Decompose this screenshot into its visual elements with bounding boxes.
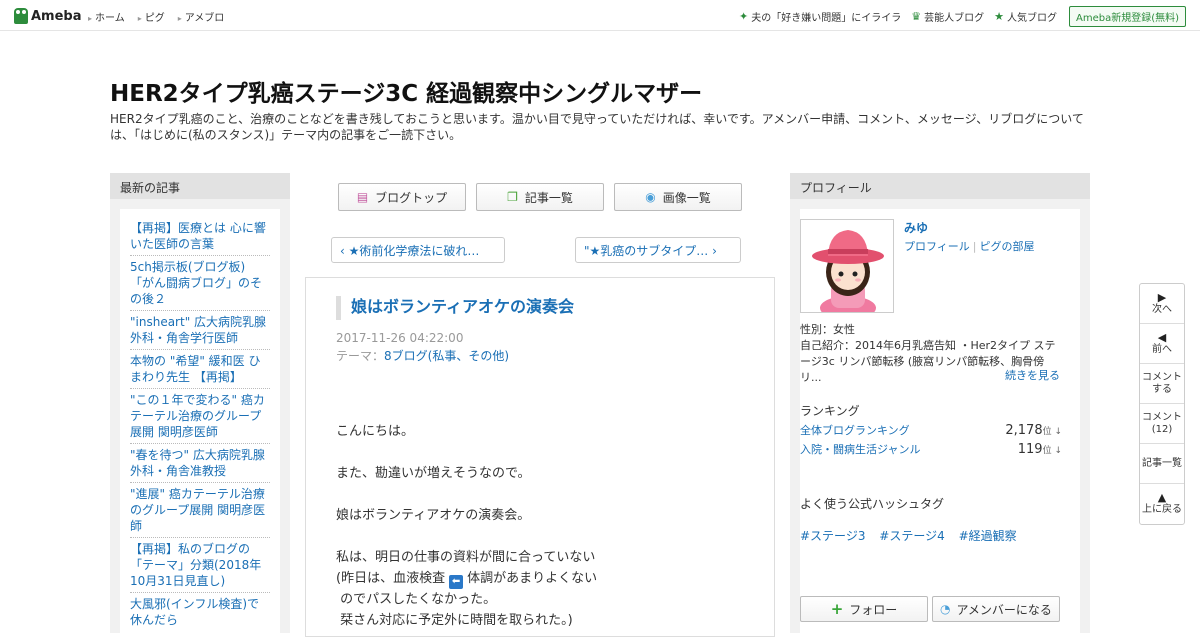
ranking-row: 入院・闘病生活ジャンル 119位 ↓ (800, 441, 1062, 457)
ranking-heading: ランキング (800, 404, 860, 418)
tab-image-list[interactable]: ◉ 画像一覧 (614, 183, 742, 211)
ameba-logo[interactable]: Ameba (14, 7, 82, 25)
profile-panel: プロフィール みゆ プロフィール | ピグの部屋 性別：女性 自己紹介：2014年6 (790, 173, 1090, 639)
tab-blog-top[interactable]: ▤ ブログトップ (338, 183, 466, 211)
popular-blog-link[interactable]: ★ 人気ブログ (994, 9, 1057, 24)
sparkle-icon: ✦ (739, 10, 749, 23)
profile-heading: プロフィール (790, 173, 1090, 199)
ranking-value: 2,178位 ↓ (1005, 423, 1062, 438)
next-icon: ▶ (1157, 290, 1167, 304)
latest-articles-heading: 最新の記事 (110, 173, 290, 199)
read-more-link[interactable]: 続きを見る (1005, 367, 1060, 383)
latest-article-item[interactable]: 5ch掲示板(ブログ板) 「がん闘病ブログ」のその後２ (130, 256, 270, 311)
ranking-value: 119位 ↓ (1017, 442, 1062, 457)
latest-article-item[interactable]: "進展" 癌カテーテル治療のグループ展開 関明彦医師 (130, 483, 270, 538)
latest-article-item[interactable]: 大風邪(インフル検査)で休んだら (130, 593, 270, 631)
hashtag-heading: よく使う公式ハッシュタグ (800, 497, 945, 511)
profile-links: プロフィール | ピグの部屋 (904, 240, 1035, 253)
celebrity-blog-link[interactable]: ♛ 芸能人ブログ (911, 9, 984, 24)
latest-article-item[interactable]: 【再掲】医療とは 心に響いた医師の言葉 (130, 217, 270, 256)
plus-icon: + (830, 600, 844, 618)
prev-button[interactable]: ◀ 前へ (1140, 324, 1184, 364)
latest-article-item[interactable]: 【再掲】私のブログの「テーマ」分類(2018年10月31日見直し) (130, 538, 270, 593)
top-icon: ▲ (1157, 491, 1167, 504)
top-bar: Ameba ホーム ピグ アメブロ ✦夫の「好き嫌い問題」にイライラ ♛芸能人ブ… (0, 0, 1200, 31)
latest-article-item[interactable]: 本物の "希望" 緩和医 ひまわり先生 【再掲】 (130, 350, 270, 389)
ranking-row: 全体ブログランキング 2,178位 ↓ (800, 422, 1062, 438)
camera-icon: ◉ (645, 190, 656, 204)
body-line: (昨日は、血液検査 ⬅ 体調があまりよくない (336, 571, 598, 589)
top-right-links: ✦ 夫の「好き嫌い問題」にイライラ ♛ 芸能人ブログ ★ 人気ブログ Ameba新規登… (729, 6, 1186, 27)
nav-home[interactable]: ホーム (88, 9, 125, 24)
latest-article-item[interactable]: "春を待つ" 広大病院乳腺外科・角舎准教授 (130, 444, 270, 483)
register-button[interactable]: Ameba新規登録(無料) (1068, 6, 1186, 27)
body-line: こんにちは。 (336, 424, 415, 439)
blog-tabs: ▤ ブログトップ ❐ 記事一覧 ◉ 画像一覧 (338, 183, 752, 211)
next-button[interactable]: ▶ 次へ (1140, 284, 1184, 324)
theme-link[interactable]: 8ブログ(私事、その他) (384, 349, 509, 363)
follow-button[interactable]: + フォロー (800, 596, 928, 622)
hashtag-link[interactable]: #ステージ3 (800, 529, 865, 543)
article-date: 2017-11-26 04:22:00 (336, 331, 464, 345)
latest-articles-list: 【再掲】医療とは 心に響いた医師の言葉 5ch掲示板(ブログ板) 「がん闘病ブロ… (120, 209, 280, 639)
latest-article-item[interactable]: "この１年で変わる" 癌カテーテル治療のグループ展開 関明彦医師 (130, 389, 270, 444)
left-arrow-emoji-icon: ⬅ (449, 575, 464, 589)
body-line: また、勘違いが増えそうなので。 (336, 466, 531, 481)
copy-icon: ❐ (507, 190, 518, 204)
top-nav: ホーム ピグ アメブロ (88, 9, 237, 24)
comment-button[interactable]: コメント する (1140, 364, 1184, 404)
nav-pigg[interactable]: ピグ (138, 9, 165, 24)
ranking-label[interactable]: 入院・闘病生活ジャンル (800, 441, 920, 457)
article: 娘はボランティアオケの演奏会 2017-11-26 04:22:00 テーマ：8… (305, 277, 775, 637)
article-body: こんにちは。 また、勘違いが増えそうなので。 娘はボランティアオケの演奏会。 私… (336, 421, 756, 631)
trend-link[interactable]: ✦ 夫の「好き嫌い問題」にイライラ (739, 9, 901, 24)
article-list-button[interactable]: 記事一覧 (1140, 444, 1184, 484)
document-icon: ▤ (356, 190, 369, 204)
chat-icon: ◔ (940, 602, 951, 616)
tab-article-list[interactable]: ❐ 記事一覧 (476, 183, 604, 211)
hashtag-list: #ステージ3 #ステージ4 #経過観察 (800, 527, 1027, 544)
profile-box: みゆ プロフィール | ピグの部屋 性別：女性 自己紹介：2014年6月乳癌告知 ・… (800, 209, 1080, 639)
body-line: のでパスしたくなかった。 (336, 592, 497, 607)
latest-article-item[interactable]: "insheart" 広大病院乳腺外科・角舎学行医師 (130, 311, 270, 350)
ranking-label[interactable]: 全体ブログランキング (800, 422, 910, 438)
body-line: 私は、明日の仕事の資料が間に合っていない (336, 550, 596, 565)
back-to-top-button[interactable]: ▲ 上に戻る (1140, 484, 1184, 524)
profile-gender: 性別：女性 (800, 323, 855, 336)
avatar[interactable] (800, 219, 894, 313)
prev-icon: ◀ (1157, 330, 1167, 344)
hashtag-link[interactable]: #ステージ4 (879, 529, 944, 543)
body-line: 栞さん対応に予定外に時間を取られた。) (336, 613, 573, 628)
article-theme: テーマ：8ブログ(私事、その他) (336, 349, 510, 363)
avatar-illustration (801, 220, 893, 312)
crown-icon: ♛ (911, 10, 922, 23)
amember-button[interactable]: ◔ アメンバーになる (932, 596, 1060, 622)
body-line: 娘はボランティアオケの演奏会。 (336, 508, 531, 523)
blog-title[interactable]: HER2タイプ乳癌ステージ3C 経過観察中シングルマザー (110, 74, 702, 108)
nav-ameblo[interactable]: アメブロ (178, 9, 225, 24)
prev-article-link[interactable]: ‹ ★術前化学療法に破れ… (331, 237, 505, 263)
article-title[interactable]: 娘はボランティアオケの演奏会 (336, 296, 574, 320)
profile-link[interactable]: プロフィール (904, 240, 970, 253)
pigg-room-link[interactable]: ピグの部屋 (980, 240, 1035, 253)
comment-count-button[interactable]: コメント (12) (1140, 404, 1184, 444)
profile-name[interactable]: みゆ (904, 219, 928, 236)
latest-articles-panel: 最新の記事 【再掲】医療とは 心に響いた医師の言葉 5ch掲示板(ブログ板) 「… (110, 173, 290, 639)
blog-description: HER2タイプ乳癌のこと、治療のことなどを書き残しておこうと思います。温かい目で… (110, 112, 1084, 142)
next-article-link[interactable]: "★乳癌のサブタイプ… › (575, 237, 741, 263)
floating-side-nav: ▶ 次へ ◀ 前へ コメント する コメント (12) 記事一覧 ▲ 上に戻る (1139, 283, 1185, 525)
frog-logo-icon (14, 8, 28, 24)
hashtag-link[interactable]: #経過観察 (959, 529, 1017, 543)
star-icon: ★ (994, 10, 1004, 23)
